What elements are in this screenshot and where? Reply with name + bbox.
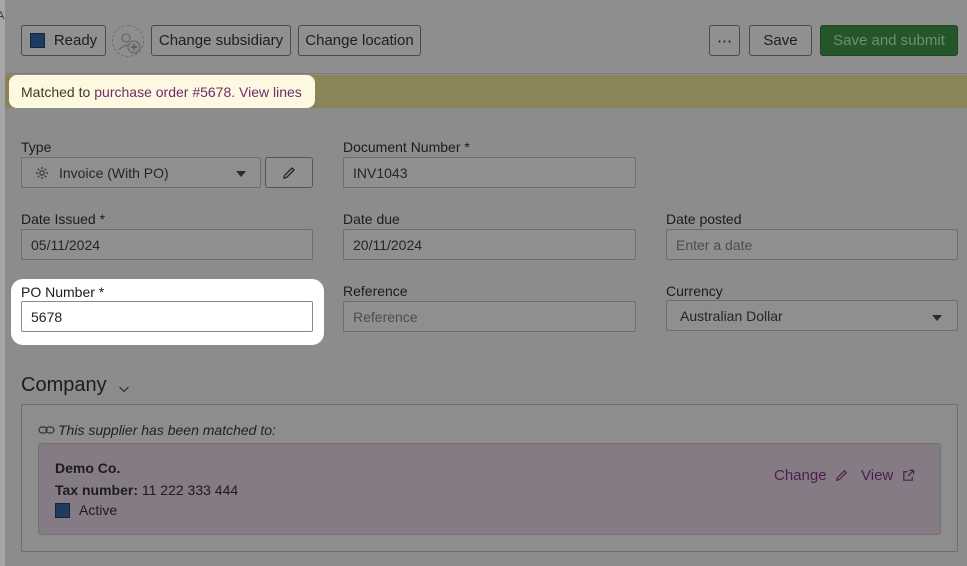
- chevron-down-icon: [236, 171, 246, 177]
- status-label: Ready: [53, 32, 98, 49]
- view-supplier-link[interactable]: View: [861, 467, 916, 484]
- po-number-label: PO Number *: [21, 284, 105, 300]
- date-due-label: Date due: [343, 211, 400, 227]
- supplier-status: Active: [55, 502, 117, 518]
- supplier-tax-number: Tax number: 11 222 333 444: [55, 482, 238, 498]
- change-location-button[interactable]: Change location: [298, 25, 421, 56]
- currency-value: Australian Dollar: [680, 307, 783, 324]
- type-select[interactable]: Invoice (With PO): [21, 157, 261, 188]
- add-assignee-icon[interactable]: [112, 25, 144, 57]
- date-posted-label: Date posted: [666, 211, 742, 227]
- date-issued-input[interactable]: 05/11/2024: [21, 229, 313, 260]
- document-number-label: Document Number *: [343, 139, 470, 155]
- match-banner-highlight: Matched to purchase order #5678. View li…: [9, 75, 315, 108]
- currency-label: Currency: [666, 283, 723, 299]
- page: Ready Change subsidiary Change location …: [5, 0, 967, 566]
- date-due-input[interactable]: 20/11/2024: [343, 229, 636, 260]
- pencil-icon: [834, 468, 849, 483]
- status-square-icon: [29, 33, 45, 48]
- supplier-status-label: Active: [79, 502, 118, 518]
- tax-number-label: Tax number:: [55, 482, 138, 498]
- po-number-input[interactable]: 5678: [21, 301, 313, 332]
- edit-type-button[interactable]: [265, 157, 313, 188]
- reference-label: Reference: [343, 283, 408, 299]
- type-value: Invoice (With PO): [59, 164, 169, 181]
- date-posted-input[interactable]: Enter a date: [666, 229, 958, 260]
- banner-prefix: Matched to: [21, 83, 91, 100]
- view-lines-link[interactable]: purchase order #5678. View lines: [94, 84, 302, 100]
- status-button[interactable]: Ready: [21, 25, 106, 56]
- type-label: Type: [21, 139, 52, 155]
- save-button[interactable]: Save: [749, 25, 812, 56]
- save-and-submit-button[interactable]: Save and submit: [820, 25, 958, 56]
- chevron-down-icon: [932, 315, 942, 321]
- reference-input[interactable]: Reference: [343, 301, 636, 332]
- tax-number-value: 11 222 333 444: [141, 482, 239, 498]
- change-supplier-label: Change: [774, 467, 827, 484]
- view-supplier-label: View: [861, 467, 894, 484]
- change-subsidiary-button[interactable]: Change subsidiary: [151, 25, 291, 56]
- external-link-icon: [901, 468, 916, 483]
- status-square-icon: [55, 502, 70, 518]
- pencil-icon: [281, 165, 297, 181]
- more-options-button[interactable]: ⋯: [709, 25, 740, 56]
- supplier-name: Demo Co.: [55, 460, 121, 476]
- matched-supplier-text: This supplier has been matched to:: [58, 422, 276, 438]
- gear-icon: [35, 166, 49, 180]
- matched-supplier-line: This supplier has been matched to:: [38, 422, 276, 438]
- document-number-input[interactable]: INV1043: [343, 157, 636, 188]
- change-supplier-link[interactable]: Change: [774, 467, 849, 484]
- date-issued-label: Date Issued *: [21, 211, 106, 227]
- company-section-title: Company: [21, 374, 107, 396]
- edge-glyph: A: [0, 10, 5, 22]
- chevron-down-icon[interactable]: [118, 381, 130, 399]
- currency-select[interactable]: Australian Dollar: [666, 300, 958, 331]
- link-icon: [38, 424, 55, 436]
